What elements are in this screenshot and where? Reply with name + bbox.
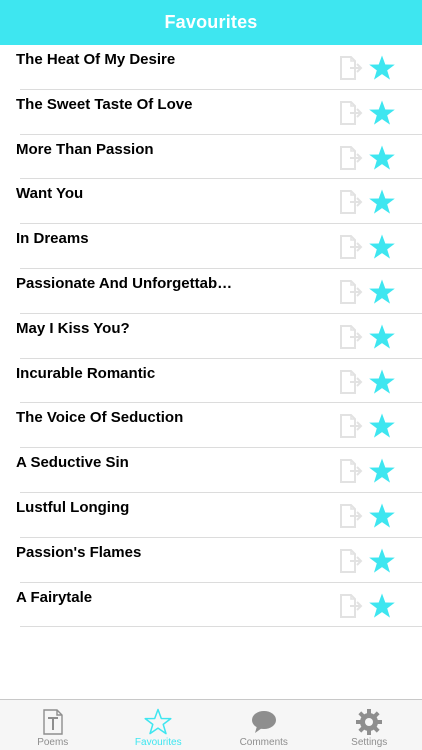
- tab-comments[interactable]: Comments: [211, 700, 317, 750]
- list-item[interactable]: A Seductive Sin: [16, 448, 422, 493]
- favourite-star-icon[interactable]: [368, 547, 396, 575]
- poem-title: Passionate And Unforgettab…: [16, 274, 233, 292]
- poem-title: The Sweet Taste Of Love: [16, 95, 193, 113]
- favourites-list: The Heat Of My Desire The Sweet Taste Of …: [0, 45, 422, 628]
- favourite-star-icon[interactable]: [368, 233, 396, 261]
- list-item[interactable]: Passion's Flames: [16, 538, 422, 583]
- favourite-star-icon[interactable]: [368, 278, 396, 306]
- list-item[interactable]: More Than Passion: [16, 135, 422, 180]
- tab-label: Poems: [37, 737, 69, 748]
- add-document-icon[interactable]: [338, 145, 364, 171]
- gear-icon: [356, 709, 383, 735]
- poem-title: In Dreams: [16, 230, 89, 248]
- favourite-star-icon[interactable]: [368, 99, 396, 127]
- poem-title: May I Kiss You?: [16, 319, 130, 337]
- favourite-star-icon[interactable]: [368, 592, 396, 620]
- add-document-icon[interactable]: [338, 369, 364, 395]
- list-item[interactable]: A Fairytale: [16, 583, 422, 628]
- add-document-icon[interactable]: [338, 458, 364, 484]
- favourite-star-icon[interactable]: [368, 323, 396, 351]
- favourite-star-icon[interactable]: [368, 368, 396, 396]
- favourite-star-icon[interactable]: [368, 144, 396, 172]
- tab-label: Settings: [351, 737, 388, 748]
- poems-document-icon: [43, 709, 63, 735]
- speech-bubble-icon: [251, 711, 276, 733]
- list-item[interactable]: Passionate And Unforgettab…: [16, 269, 422, 314]
- list-item[interactable]: Want You: [16, 179, 422, 225]
- tab-bar: Poems Favourites Comments Settings: [0, 699, 422, 750]
- poem-title: Lustful Longing: [16, 498, 130, 516]
- list-item[interactable]: The Voice Of Seduction: [16, 403, 422, 449]
- add-document-icon[interactable]: [338, 234, 364, 260]
- add-document-icon[interactable]: [338, 100, 364, 126]
- tab-label: Favourites: [134, 737, 182, 748]
- list-item[interactable]: The Heat Of My Desire: [16, 45, 422, 90]
- page-title: Favourites: [164, 12, 258, 32]
- favourite-star-icon[interactable]: [368, 502, 396, 530]
- add-document-icon[interactable]: [338, 324, 364, 350]
- poem-title: A Seductive Sin: [16, 454, 129, 472]
- star-outline-icon: [144, 708, 172, 735]
- poem-title: Want You: [16, 185, 84, 203]
- add-document-icon[interactable]: [338, 55, 364, 81]
- tab-favourites[interactable]: Favourites: [106, 700, 212, 750]
- favourite-star-icon[interactable]: [368, 457, 396, 485]
- list-item[interactable]: In Dreams: [16, 224, 422, 269]
- poem-title: More Than Passion: [16, 140, 154, 158]
- tab-label: Comments: [239, 737, 288, 748]
- favourite-star-icon[interactable]: [368, 54, 396, 82]
- list-item[interactable]: Incurable Romantic: [16, 359, 422, 404]
- list-item[interactable]: The Sweet Taste Of Love: [16, 90, 422, 135]
- add-document-icon[interactable]: [338, 593, 364, 619]
- favourite-star-icon[interactable]: [368, 412, 396, 440]
- add-document-icon[interactable]: [338, 503, 364, 529]
- poem-title: The Heat Of My Desire: [16, 51, 176, 68]
- add-document-icon[interactable]: [338, 413, 364, 439]
- poem-title: A Fairytale: [16, 588, 93, 606]
- add-document-icon[interactable]: [338, 189, 364, 215]
- poem-title: Incurable Romantic: [16, 364, 156, 382]
- add-document-icon[interactable]: [338, 279, 364, 305]
- tab-poems[interactable]: Poems: [0, 700, 106, 750]
- list-item[interactable]: May I Kiss You?: [16, 314, 422, 359]
- navigation-bar: Favourites: [0, 0, 422, 45]
- favourite-star-icon[interactable]: [368, 188, 396, 216]
- tab-settings[interactable]: Settings: [317, 700, 422, 750]
- list-item[interactable]: Lustful Longing: [16, 493, 422, 538]
- poem-title: The Voice Of Seduction: [16, 409, 184, 427]
- poem-title: Passion's Flames: [16, 543, 142, 561]
- add-document-icon[interactable]: [338, 548, 364, 574]
